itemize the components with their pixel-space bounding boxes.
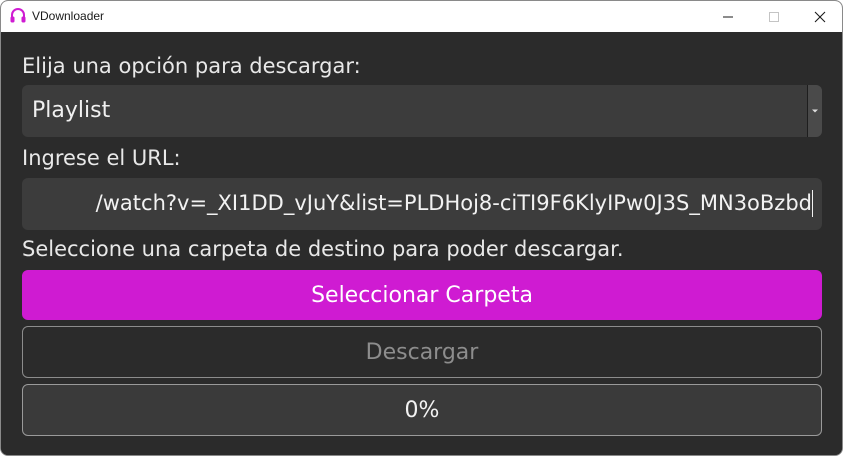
url-input[interactable]: /watch?v=_XI1DD_vJuY&list=PLDHoj8-ciTI9F…: [22, 178, 822, 230]
url-label: Ingrese el URL:: [22, 146, 181, 170]
maximize-icon: [769, 11, 779, 22]
option-selected-value: Playlist: [32, 98, 111, 123]
title-bar: VDownloader: [1, 1, 842, 32]
main-panel: Elija una opción para descargar: Playlis…: [1, 32, 842, 455]
option-dropdown[interactable]: Playlist: [22, 85, 822, 137]
close-icon: [814, 11, 826, 22]
app-window: VDownloader Elija una opción para descar…: [0, 0, 843, 456]
folder-instruction: Seleccione una carpeta de destino para p…: [22, 237, 624, 261]
close-button[interactable]: [797, 1, 842, 32]
select-folder-button[interactable]: Seleccionar Carpeta: [22, 270, 822, 320]
window-title: VDownloader: [32, 9, 105, 23]
minimize-icon: [723, 16, 733, 17]
minimize-button[interactable]: [705, 1, 751, 32]
url-input-value: /watch?v=_XI1DD_vJuY&list=PLDHoj8-ciTI9F…: [95, 191, 812, 215]
progress-bar: 0%: [22, 384, 822, 436]
dropdown-toggle[interactable]: [807, 85, 822, 137]
chevron-down-icon: [812, 109, 818, 113]
option-label: Elija una opción para descargar:: [22, 54, 361, 78]
download-button[interactable]: Descargar: [22, 326, 822, 378]
text-caret: [812, 190, 813, 217]
headphones-icon: [9, 7, 27, 25]
progress-text: 0%: [404, 397, 440, 423]
maximize-button[interactable]: [751, 1, 797, 32]
